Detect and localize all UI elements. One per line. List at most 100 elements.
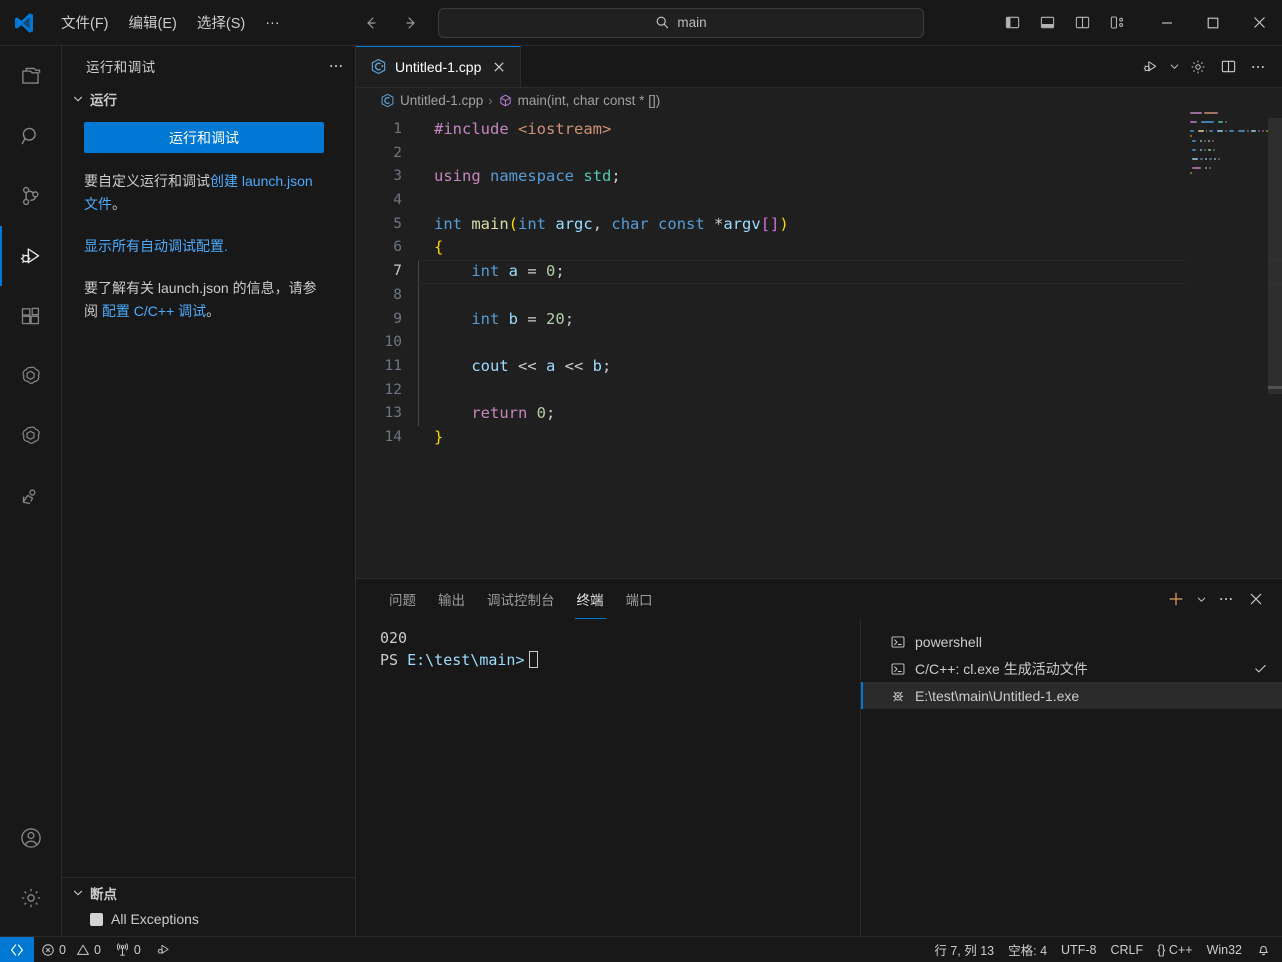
menu-edit[interactable]: 编辑(E): [120, 7, 186, 38]
chevron-down-icon[interactable]: [1192, 585, 1210, 613]
sidebar-item-openai-chat[interactable]: [0, 346, 62, 406]
status-run-debug[interactable]: [148, 937, 179, 962]
close-icon[interactable]: [489, 57, 509, 77]
arrow-left-icon[interactable]: [358, 10, 384, 36]
menu-more[interactable]: ···: [256, 10, 289, 36]
minimize-button[interactable]: [1144, 0, 1190, 46]
tab-ports[interactable]: 端口: [615, 579, 664, 619]
tab-untitled-1-cpp[interactable]: Untitled-1.cpp: [356, 46, 522, 87]
code-line[interactable]: 13 return 0;: [356, 402, 1282, 426]
code-token: b: [508, 309, 519, 328]
minimap[interactable]: [1186, 112, 1268, 578]
customize-layout-icon[interactable]: [1102, 9, 1132, 37]
code-line[interactable]: 14}: [356, 426, 1282, 450]
ellipsis-icon[interactable]: [323, 53, 349, 79]
show-all-automatic-debug-configurations-link[interactable]: 显示所有自动调试配置.: [84, 238, 228, 254]
code-line[interactable]: 8: [356, 283, 1282, 308]
terminal-line-output: 020: [380, 629, 408, 647]
code-token: <iostream>: [518, 120, 612, 138]
sidebar-item-search[interactable]: [0, 106, 62, 166]
sidebar-item-explorer[interactable]: [0, 46, 62, 106]
code-line[interactable]: 1 #include <iostream>: [356, 118, 1282, 142]
chevron-down-icon[interactable]: [1166, 53, 1182, 81]
gear-icon[interactable]: [1184, 53, 1212, 81]
code-line[interactable]: 4: [356, 189, 1282, 213]
breadcrumb-file[interactable]: Untitled-1.cpp: [380, 93, 483, 108]
toggle-panel-icon[interactable]: [1032, 9, 1062, 37]
status-ports[interactable]: 0: [108, 937, 148, 962]
toggle-secondary-sidebar-icon[interactable]: [1067, 9, 1097, 37]
ellipsis-icon[interactable]: [1244, 53, 1272, 81]
terminal-output[interactable]: 020 PS E:\test\main>: [356, 619, 860, 936]
chevron-down-icon: [70, 92, 86, 106]
close-icon[interactable]: [1242, 585, 1270, 613]
code-editor[interactable]: 1 #include <iostream> 2 3 using namespace st…: [356, 112, 1282, 578]
run-section-header[interactable]: 运行: [62, 86, 355, 112]
all-exceptions-checkbox[interactable]: [90, 912, 103, 926]
code-line[interactable]: 3 using namespace std;: [356, 165, 1282, 189]
editor-and-panel: Untitled-1.cpp Untitled-1.cpp › main(int…: [356, 46, 1282, 936]
status-editor-platform[interactable]: Win32: [1200, 937, 1249, 962]
line-number: 14: [384, 428, 402, 445]
toggle-primary-sidebar-icon[interactable]: [997, 9, 1027, 37]
sidebar-item-openai-codex[interactable]: [0, 406, 62, 466]
tab-problems[interactable]: 问题: [378, 579, 427, 619]
menu-select[interactable]: 选择(S): [188, 7, 254, 38]
sidebar-item-run-and-debug[interactable]: [0, 226, 62, 286]
code-token: #include: [434, 120, 518, 138]
terminal-tab-item[interactable]: E:\test\main\Untitled-1.exe: [861, 682, 1282, 709]
code-line[interactable]: 2: [356, 142, 1282, 166]
arrow-right-icon[interactable]: [398, 10, 424, 36]
line-content: [418, 331, 1282, 355]
breadcrumb-symbol[interactable]: main(int, char const * []): [498, 93, 660, 108]
status-editor-position[interactable]: 行 7, 列 13: [927, 937, 1001, 962]
code-line[interactable]: 12: [356, 378, 1282, 403]
editor-scrollbar[interactable]: [1268, 112, 1282, 578]
sidebar-item-remote-explorer[interactable]: [0, 466, 62, 526]
line-number: 10: [384, 334, 402, 351]
tab-output[interactable]: 输出: [427, 579, 476, 619]
notifications-bell-icon[interactable]: [1249, 937, 1278, 962]
status-editor-encoding[interactable]: UTF-8: [1054, 937, 1103, 962]
list-item[interactable]: All Exceptions: [62, 908, 355, 930]
new-terminal-icon[interactable]: [1162, 585, 1190, 613]
code-line[interactable]: 6{: [356, 236, 1282, 260]
close-button[interactable]: [1236, 0, 1282, 46]
status-editor-eol[interactable]: CRLF: [1103, 937, 1150, 962]
scrollbar-thumb[interactable]: [1268, 118, 1282, 394]
status-editor-indentation[interactable]: 空格: 4: [1001, 937, 1054, 962]
code-token: int: [471, 262, 500, 281]
command-center-search[interactable]: main: [438, 7, 924, 38]
status-editor-language[interactable]: {} C++: [1150, 937, 1199, 962]
code-token: {: [434, 238, 444, 257]
menu-file[interactable]: 文件(F): [52, 7, 118, 38]
tab-debug-console[interactable]: 调试控制台: [476, 579, 566, 619]
breakpoints-section-header[interactable]: 断点: [62, 878, 355, 908]
code-line[interactable]: 11 cout << a << b;: [356, 354, 1282, 379]
code-line[interactable]: 10: [356, 331, 1282, 355]
terminal-tab-item[interactable]: powershell: [861, 628, 1282, 655]
gear-icon[interactable]: [0, 868, 62, 928]
sidebar-item-source-control[interactable]: [0, 166, 62, 226]
maximize-button[interactable]: [1190, 0, 1236, 46]
remote-window-icon[interactable]: [0, 936, 34, 962]
code-token: ]: [770, 214, 780, 233]
indent-guide: [418, 402, 419, 426]
tab-terminal[interactable]: 终端: [566, 579, 615, 619]
code-line[interactable]: 7 int a = 0;: [356, 260, 1282, 284]
run-debug-icon[interactable]: [1136, 53, 1164, 81]
status-problems[interactable]: 0 0: [34, 937, 108, 962]
sidebar-item-extensions[interactable]: [0, 286, 62, 346]
code-line[interactable]: 9 int b = 20;: [356, 307, 1282, 332]
code-line[interactable]: 5 int main(int argc, char const *argv[]): [356, 213, 1282, 237]
configure-cpp-debug-link[interactable]: 配置 C/C++ 调试: [102, 303, 206, 319]
terminal-tab-item[interactable]: C/C++: cl.exe 生成活动文件: [861, 655, 1282, 682]
code-token: a: [545, 356, 556, 375]
split-editor-icon[interactable]: [1214, 53, 1242, 81]
run-and-debug-button[interactable]: 运行和调试: [84, 122, 324, 153]
minimap-line: [1186, 171, 1268, 175]
account-icon[interactable]: [0, 808, 62, 868]
ellipsis-icon[interactable]: [1212, 585, 1240, 613]
